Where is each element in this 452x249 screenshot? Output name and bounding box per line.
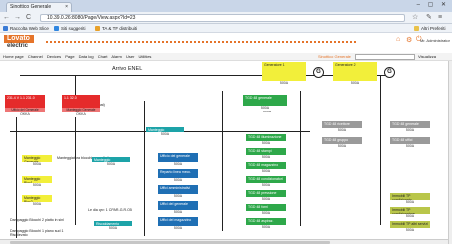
menu-home[interactable]: Home page [3,54,24,59]
close-tab-icon[interactable]: × [65,3,68,12]
green-meter-box[interactable]: TGD 48 forni 500A [246,204,286,216]
feeder-line [300,91,301,226]
grey-meter-box[interactable]: TGD 48 gruppo 500A [322,137,362,149]
page-selector[interactable] [355,54,415,60]
forward-icon[interactable]: → [14,14,21,22]
feeder-line [380,75,381,225]
bookmark-icon [95,26,100,32]
red-meter-box[interactable]: 231.4 V 1.1 231.0 Uffcio del Generale OK… [5,95,45,117]
generator-icon: G [384,67,395,78]
page-selector-label: Sinottico Generale [318,54,351,59]
grey-meter-box[interactable]: TGD 48 ricettore 500A [322,121,362,133]
menu-icon[interactable]: ≡ [438,14,442,22]
reload-icon[interactable]: C [26,14,31,22]
synoptic-canvas: Arrivo ENEL UPS (ncr. per bat) Manteggia… [0,61,448,244]
green-meter-box[interactable]: TGD 48 stampi 500A [246,148,286,160]
main-menu: Home page Channel Devices Page Data log … [3,53,154,61]
blue-meter-box[interactable]: Uffici del generale 500A [158,201,198,215]
menu-user[interactable]: User [126,54,134,59]
menu-page[interactable]: Page [65,54,74,59]
header-divider [46,41,356,43]
bookmarks-bar: Raccolta Web Slice Siti suggeriti TA & T… [0,24,452,33]
folder-icon [414,26,419,32]
lovato-logo: Lovato electric [4,35,42,49]
horizontal-scrollbar[interactable] [0,239,448,244]
green-meter-box[interactable]: TGD 48 illuminazione 500A [246,134,286,146]
green-meter-box[interactable]: TGD 48 generale 500A [243,95,287,111]
dampaggio-ups-label: Dampaggio Blocchi 2 piatto in sinl [10,218,64,222]
menu-alarm[interactable]: Alarm [111,54,121,59]
wrench-icon[interactable]: ✎ [426,14,432,22]
home-icon[interactable]: ⌂ [396,36,400,43]
browser-tab-title: Sinottico Generale [10,4,52,10]
menu-devices[interactable]: Devices [47,54,61,59]
diagram-title: Arrivo ENEL [112,66,143,72]
menu-bar: Home page Channel Devices Page Data log … [0,53,452,65]
grey-meter-box[interactable]: TGD 48 uffici 500A [390,137,430,149]
olive-meter-box[interactable]: Immobili TP condizionato 500A [390,193,430,205]
yellow-meter-box[interactable]: Generatore 1 500A [262,62,306,86]
yellow-meter-box[interactable]: Generatore 2 500A [333,62,377,86]
yellow-meter-box[interactable]: Manteggio Bloc1 500A [22,176,52,188]
generator-icon: G [313,67,324,78]
feeder-line [144,101,145,236]
yellow-meter-box[interactable]: Manteggio Bloc2 500A [22,195,52,207]
user-label: Mr. Administrator [419,38,450,43]
browser-toolbar: ← → C 10.39.0.26:8080/Page/View.aspx?Id=… [0,12,452,24]
blue-meter-box[interactable]: Reparto linea mecc. 500A [158,169,198,183]
window-controls[interactable]: – ▢ ✕ [417,1,449,8]
olive-meter-box[interactable]: Immobili TP altri servizi 500A [390,221,430,233]
bookmark-item[interactable]: Siti suggeriti [54,24,86,33]
bookmark-folder[interactable]: Altri Preferiti [414,24,446,33]
menu-chart[interactable]: Chart [98,54,108,59]
vertical-scrollbar[interactable] [448,61,452,244]
menu-channel[interactable]: Channel [28,54,43,59]
dampaggio-1-label: Dampaggio Blocchi 1 piano sud 1 Risollev… [10,229,64,237]
green-meter-box[interactable]: TGD 48 pressione 500A [246,190,286,202]
blue-meter-box[interactable]: Ufficio del generale 500A [158,153,198,167]
menu-utilities[interactable]: Utilities [139,54,152,59]
menu-datalog[interactable]: Data log [79,54,94,59]
blue-meter-box[interactable]: Uffici amministrativi 500A [158,185,198,199]
yellow-meter-box[interactable]: Manteggio Generale 500A [22,155,52,167]
bookmark-icon [54,26,59,32]
teal-meter-box[interactable]: Manteggio Manteggiatore 500A [146,127,184,137]
olive-meter-box[interactable]: Immobili TP condizionatore 500A [390,207,430,219]
back-icon[interactable]: ← [3,14,10,22]
blue-meter-box[interactable]: Uffici del magazzino 500A [158,217,198,231]
teal-meter-box[interactable]: Riscaldamento Manteggio 500A [94,221,132,231]
address-bar[interactable]: 10.39.0.26:8080/Page/View.aspx?Id=23 [40,14,405,22]
bookmark-item[interactable]: Raccolta Web Slice [3,24,49,33]
grey-meter-box[interactable]: TGD 48 generale 500A [390,121,430,133]
bookmark-icon [3,26,8,32]
app-header: Lovato electric ⌂ ⚙ ⏻ Mr. Administrator [0,33,452,53]
green-meter-box[interactable]: TGD 48 magazzino 500A [246,162,286,174]
red-meter-box[interactable]: 1.1 32.0 Manteggio Generale OKKA [62,95,100,117]
browser-tab[interactable]: Sinottico Generale × [6,2,72,12]
feeder-line [222,91,223,231]
green-meter-box[interactable]: TGD 48 aspiraz. 500A [246,218,286,230]
teal-meter-box[interactable]: Manteggio Illuminazione 500A [92,157,130,167]
settings-icon[interactable]: ⚙ [406,36,412,44]
scrollbar-thumb[interactable] [10,241,330,244]
bookmark-item[interactable]: TA & TF distribuiti [95,24,137,33]
main-disp-label: Le dia qrv: 1 CPAR-G.R.O5 [88,208,132,212]
browser-tab-bar: Sinottico Generale × – ▢ ✕ [0,0,452,12]
green-meter-box[interactable]: TGD 48 condizionatori 500A [246,176,286,188]
star-icon[interactable]: ☆ [412,14,418,22]
